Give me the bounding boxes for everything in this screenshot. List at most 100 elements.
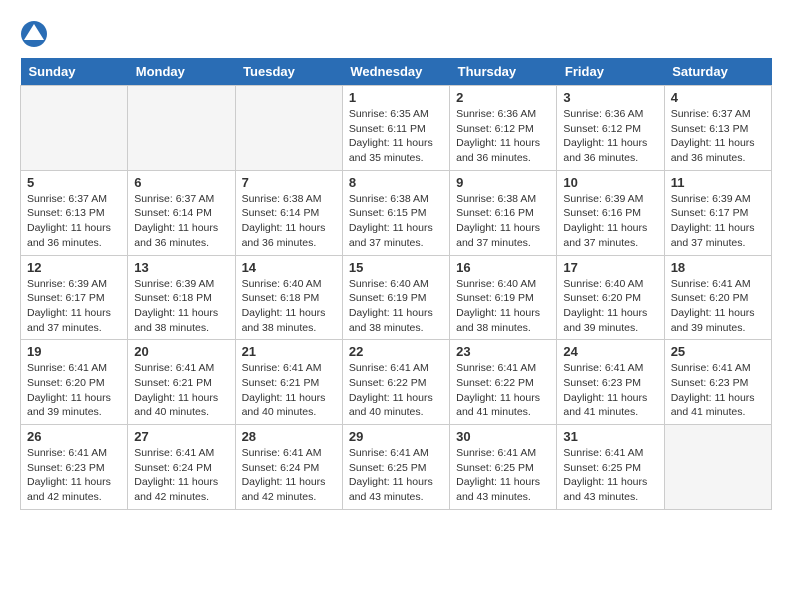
day-info: Sunrise: 6:38 AMSunset: 6:15 PMDaylight:… xyxy=(349,192,443,251)
calendar-cell: 11 Sunrise: 6:39 AMSunset: 6:17 PMDayligh… xyxy=(664,170,771,255)
calendar-cell: 12 Sunrise: 6:39 AMSunset: 6:17 PMDayligh… xyxy=(21,255,128,340)
calendar-cell: 2 Sunrise: 6:36 AMSunset: 6:12 PMDaylight… xyxy=(450,86,557,171)
weekday-header: Saturday xyxy=(664,58,771,86)
calendar-cell xyxy=(21,86,128,171)
calendar-week-row: 5 Sunrise: 6:37 AMSunset: 6:13 PMDaylight… xyxy=(21,170,772,255)
day-info: Sunrise: 6:41 AMSunset: 6:21 PMDaylight:… xyxy=(134,361,228,420)
calendar-week-row: 19 Sunrise: 6:41 AMSunset: 6:20 PMDayligh… xyxy=(21,340,772,425)
day-info: Sunrise: 6:41 AMSunset: 6:23 PMDaylight:… xyxy=(671,361,765,420)
day-info: Sunrise: 6:36 AMSunset: 6:12 PMDaylight:… xyxy=(456,107,550,166)
day-number: 5 xyxy=(27,175,121,190)
day-info: Sunrise: 6:41 AMSunset: 6:25 PMDaylight:… xyxy=(349,446,443,505)
day-number: 30 xyxy=(456,429,550,444)
calendar-cell: 28 Sunrise: 6:41 AMSunset: 6:24 PMDayligh… xyxy=(235,425,342,510)
calendar-cell: 1 Sunrise: 6:35 AMSunset: 6:11 PMDaylight… xyxy=(342,86,449,171)
day-number: 27 xyxy=(134,429,228,444)
day-number: 26 xyxy=(27,429,121,444)
day-info: Sunrise: 6:39 AMSunset: 6:16 PMDaylight:… xyxy=(563,192,657,251)
day-info: Sunrise: 6:41 AMSunset: 6:22 PMDaylight:… xyxy=(349,361,443,420)
calendar-cell: 15 Sunrise: 6:40 AMSunset: 6:19 PMDayligh… xyxy=(342,255,449,340)
day-info: Sunrise: 6:39 AMSunset: 6:17 PMDaylight:… xyxy=(671,192,765,251)
calendar-cell: 6Sunrise: 6:37 AMSunset: 6:14 PMDaylight… xyxy=(128,170,235,255)
calendar-cell: 19 Sunrise: 6:41 AMSunset: 6:20 PMDayligh… xyxy=(21,340,128,425)
weekday-header: Sunday xyxy=(21,58,128,86)
calendar-cell xyxy=(235,86,342,171)
day-info: Sunrise: 6:41 AMSunset: 6:20 PMDaylight:… xyxy=(27,361,121,420)
day-info: Sunrise: 6:40 AMSunset: 6:19 PMDaylight:… xyxy=(456,277,550,336)
day-number: 17 xyxy=(563,260,657,275)
calendar-cell: 23 Sunrise: 6:41 AMSunset: 6:22 PMDayligh… xyxy=(450,340,557,425)
day-info: Sunrise: 6:37 AMSunset: 6:14 PMDaylight:… xyxy=(134,192,228,251)
calendar-cell: 27 Sunrise: 6:41 AMSunset: 6:24 PMDayligh… xyxy=(128,425,235,510)
day-number: 19 xyxy=(27,344,121,359)
day-number: 22 xyxy=(349,344,443,359)
day-info: Sunrise: 6:37 AMSunset: 6:13 PMDaylight:… xyxy=(27,192,121,251)
calendar-cell: 30 Sunrise: 6:41 AMSunset: 6:25 PMDayligh… xyxy=(450,425,557,510)
day-info: Sunrise: 6:39 AMSunset: 6:18 PMDaylight:… xyxy=(134,277,228,336)
day-number: 3 xyxy=(563,90,657,105)
logo xyxy=(20,20,52,48)
calendar-cell: 4 Sunrise: 6:37 AMSunset: 6:13 PMDaylight… xyxy=(664,86,771,171)
day-number: 15 xyxy=(349,260,443,275)
calendar-cell: 25 Sunrise: 6:41 AMSunset: 6:23 PMDayligh… xyxy=(664,340,771,425)
day-info: Sunrise: 6:41 AMSunset: 6:21 PMDaylight:… xyxy=(242,361,336,420)
day-number: 28 xyxy=(242,429,336,444)
logo-icon xyxy=(20,20,48,48)
calendar-week-row: 12 Sunrise: 6:39 AMSunset: 6:17 PMDayligh… xyxy=(21,255,772,340)
weekday-header: Friday xyxy=(557,58,664,86)
day-info: Sunrise: 6:41 AMSunset: 6:25 PMDaylight:… xyxy=(456,446,550,505)
calendar-cell: 17 Sunrise: 6:40 AMSunset: 6:20 PMDayligh… xyxy=(557,255,664,340)
calendar-cell: 22 Sunrise: 6:41 AMSunset: 6:22 PMDayligh… xyxy=(342,340,449,425)
weekday-header: Thursday xyxy=(450,58,557,86)
calendar-cell: 20 Sunrise: 6:41 AMSunset: 6:21 PMDayligh… xyxy=(128,340,235,425)
calendar-cell: 26Sunrise: 6:41 AMSunset: 6:23 PMDayligh… xyxy=(21,425,128,510)
day-number: 11 xyxy=(671,175,765,190)
day-number: 14 xyxy=(242,260,336,275)
day-info: Sunrise: 6:41 AMSunset: 6:25 PMDaylight:… xyxy=(563,446,657,505)
calendar-cell: 7 Sunrise: 6:38 AMSunset: 6:14 PMDaylight… xyxy=(235,170,342,255)
day-number: 8 xyxy=(349,175,443,190)
day-info: Sunrise: 6:41 AMSunset: 6:22 PMDaylight:… xyxy=(456,361,550,420)
calendar-cell: 3 Sunrise: 6:36 AMSunset: 6:12 PMDaylight… xyxy=(557,86,664,171)
calendar-cell: 24Sunrise: 6:41 AMSunset: 6:23 PMDayligh… xyxy=(557,340,664,425)
page-header xyxy=(20,20,772,48)
day-number: 13 xyxy=(134,260,228,275)
day-info: Sunrise: 6:40 AMSunset: 6:19 PMDaylight:… xyxy=(349,277,443,336)
calendar-cell xyxy=(664,425,771,510)
calendar-week-row: 26Sunrise: 6:41 AMSunset: 6:23 PMDayligh… xyxy=(21,425,772,510)
day-info: Sunrise: 6:36 AMSunset: 6:12 PMDaylight:… xyxy=(563,107,657,166)
day-info: Sunrise: 6:39 AMSunset: 6:17 PMDaylight:… xyxy=(27,277,121,336)
day-number: 7 xyxy=(242,175,336,190)
calendar-cell: 31Sunrise: 6:41 AMSunset: 6:25 PMDayligh… xyxy=(557,425,664,510)
weekday-header: Wednesday xyxy=(342,58,449,86)
day-number: 16 xyxy=(456,260,550,275)
calendar-cell: 9 Sunrise: 6:38 AMSunset: 6:16 PMDaylight… xyxy=(450,170,557,255)
day-number: 10 xyxy=(563,175,657,190)
calendar-cell: 8 Sunrise: 6:38 AMSunset: 6:15 PMDaylight… xyxy=(342,170,449,255)
day-number: 4 xyxy=(671,90,765,105)
day-number: 1 xyxy=(349,90,443,105)
day-info: Sunrise: 6:40 AMSunset: 6:20 PMDaylight:… xyxy=(563,277,657,336)
calendar-cell xyxy=(128,86,235,171)
day-info: Sunrise: 6:38 AMSunset: 6:16 PMDaylight:… xyxy=(456,192,550,251)
day-info: Sunrise: 6:35 AMSunset: 6:11 PMDaylight:… xyxy=(349,107,443,166)
day-info: Sunrise: 6:41 AMSunset: 6:24 PMDaylight:… xyxy=(242,446,336,505)
day-number: 24 xyxy=(563,344,657,359)
day-info: Sunrise: 6:41 AMSunset: 6:20 PMDaylight:… xyxy=(671,277,765,336)
day-number: 25 xyxy=(671,344,765,359)
calendar-cell: 21Sunrise: 6:41 AMSunset: 6:21 PMDayligh… xyxy=(235,340,342,425)
calendar-table: SundayMondayTuesdayWednesdayThursdayFrid… xyxy=(20,58,772,510)
day-number: 9 xyxy=(456,175,550,190)
day-number: 12 xyxy=(27,260,121,275)
calendar-week-row: 1 Sunrise: 6:35 AMSunset: 6:11 PMDaylight… xyxy=(21,86,772,171)
day-info: Sunrise: 6:38 AMSunset: 6:14 PMDaylight:… xyxy=(242,192,336,251)
day-number: 20 xyxy=(134,344,228,359)
day-number: 2 xyxy=(456,90,550,105)
calendar-cell: 10 Sunrise: 6:39 AMSunset: 6:16 PMDayligh… xyxy=(557,170,664,255)
calendar-cell: 13 Sunrise: 6:39 AMSunset: 6:18 PMDayligh… xyxy=(128,255,235,340)
calendar-cell: 16 Sunrise: 6:40 AMSunset: 6:19 PMDayligh… xyxy=(450,255,557,340)
day-number: 23 xyxy=(456,344,550,359)
day-info: Sunrise: 6:37 AMSunset: 6:13 PMDaylight:… xyxy=(671,107,765,166)
day-info: Sunrise: 6:41 AMSunset: 6:24 PMDaylight:… xyxy=(134,446,228,505)
weekday-header: Monday xyxy=(128,58,235,86)
